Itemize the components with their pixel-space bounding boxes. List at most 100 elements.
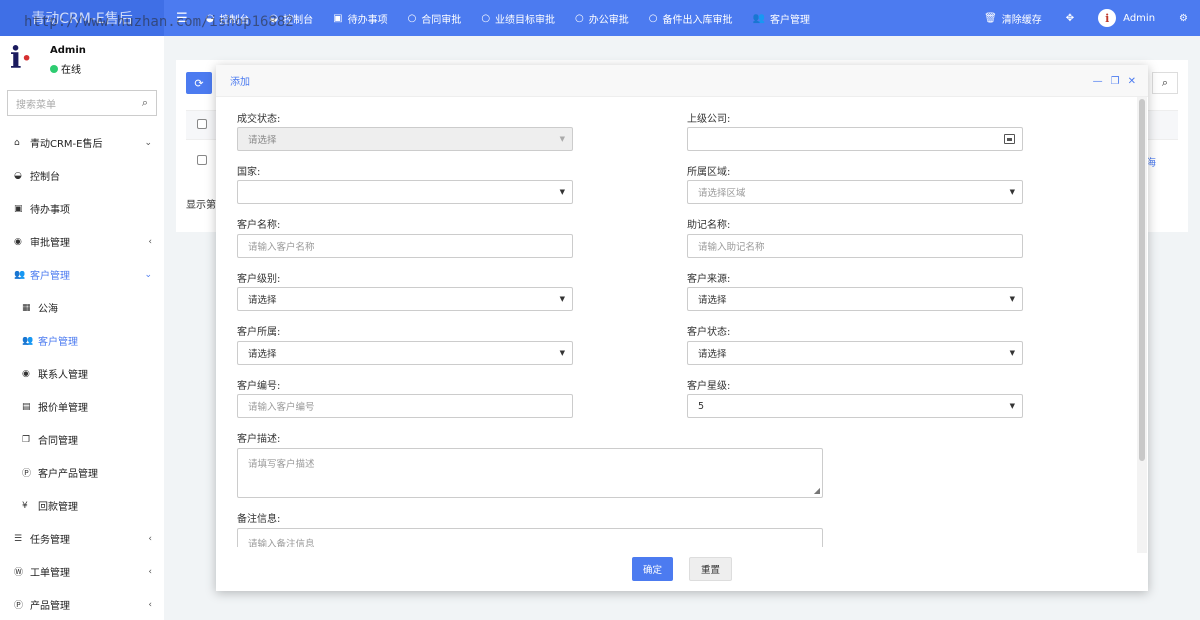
product-icon: Ⓟ <box>14 601 24 611</box>
user-status: 在线 <box>50 61 81 76</box>
clear-cache-button[interactable]: 🗑 清除缓存 <box>984 11 1042 26</box>
menu-search-input[interactable]: 搜索菜单 ⌕ <box>7 90 157 116</box>
region-label: 所属区域: <box>687 167 731 178</box>
customer-level-label: 客户级别: <box>237 274 281 285</box>
reset-button[interactable]: 重置 <box>689 557 733 581</box>
file-icon: ▤ <box>22 401 31 412</box>
caret-down-icon: ▼ <box>1009 402 1015 410</box>
calendar-icon: ▣ <box>333 12 343 24</box>
mnemonic-name-input[interactable]: 请输入助记名称 <box>687 234 1023 258</box>
user-circle-icon: ◉ <box>22 368 30 379</box>
customer-status-select[interactable]: 请选择 ▼ <box>687 341 1023 365</box>
deal-status-label: 成交状态: <box>237 114 281 125</box>
nav-customer-mgmt[interactable]: 👥 客户管理 <box>753 11 810 26</box>
modal-form: 成交状态: 请选择 ▼ 上级公司: 国家: ▼ 所属区域: 请选择区域 ▼ 客户名称… <box>216 97 1136 547</box>
home-icon: ⌂ <box>14 137 20 148</box>
user-panel: i· Admin 在线 <box>0 36 164 84</box>
add-customer-modal: 添加 — ❐ ✕ 成交状态: 请选择 ▼ 上级公司: 国家: ▼ 所属区域: 请选… <box>216 65 1148 591</box>
sidebar-item-crm-root[interactable]: ⌂ 青动CRM-E售后 ⌄ <box>0 126 164 159</box>
sidebar-item-tasks[interactable]: ☰ 任务管理 ‹ <box>0 522 164 555</box>
row-checkbox[interactable] <box>197 155 207 165</box>
sidebar-item-contacts[interactable]: ◉ 联系人管理 <box>0 357 164 390</box>
chevron-down-icon: ⌄ <box>144 137 152 148</box>
dashboard-icon: ◒ <box>14 170 22 181</box>
sidebar-item-quotes[interactable]: ▤ 报价单管理 <box>0 390 164 423</box>
modal-scrollbar[interactable] <box>1139 99 1145 461</box>
caret-down-icon: ▼ <box>1009 349 1015 357</box>
sidebar-item-products[interactable]: Ⓟ 产品管理 ‹ <box>0 588 164 620</box>
country-select[interactable]: ▼ <box>237 180 573 204</box>
nav-contract-approval[interactable]: ○ 合同审批 <box>408 11 462 26</box>
sidebar-item-sea[interactable]: ▦ 公海 <box>0 291 164 324</box>
wordpress-icon: Ⓦ <box>14 568 24 578</box>
remark-textarea[interactable]: 请输入备注信息 <box>237 528 823 547</box>
sidebar-item-payments[interactable]: ¥ 回款管理 <box>0 489 164 522</box>
customer-desc-textarea[interactable]: 请填写客户描述 ◢ <box>237 448 823 498</box>
country-label: 国家: <box>237 167 261 178</box>
sidebar-item-customer-products[interactable]: Ⓟ 客户产品管理 <box>0 456 164 489</box>
map-icon: ▦ <box>22 302 31 313</box>
settings-icon[interactable]: ⚙ <box>1179 13 1188 24</box>
parent-company-label: 上级公司: <box>687 114 731 125</box>
region-select[interactable]: 请选择区域 ▼ <box>687 180 1023 204</box>
customer-name-input[interactable]: 请输入客户名称 <box>237 234 573 258</box>
customer-code-input[interactable]: 请输入客户编号 <box>237 394 573 418</box>
users-icon: 👥 <box>14 269 26 280</box>
close-icon[interactable]: ✕ <box>1128 76 1136 87</box>
chevron-left-icon: ‹ <box>148 533 152 544</box>
customer-owner-label: 客户所属: <box>237 327 281 338</box>
user-menu[interactable]: i Admin <box>1098 9 1155 27</box>
caret-down-icon: ▼ <box>559 188 565 196</box>
sidebar-item-customer-mgmt[interactable]: 👥 客户管理 <box>0 324 164 357</box>
sidebar-item-contracts[interactable]: ❐ 合同管理 <box>0 423 164 456</box>
confirm-button[interactable]: 确定 <box>631 557 673 581</box>
caret-down-icon: ▼ <box>1009 188 1015 196</box>
circle-icon: ○ <box>575 12 584 24</box>
maximize-icon[interactable]: ❐ <box>1111 76 1120 87</box>
search-icon[interactable]: ⌕ <box>142 96 148 110</box>
refresh-icon: ⟳ <box>194 76 204 90</box>
sidebar-item-approval[interactable]: ◉ 审批管理 ‹ <box>0 225 164 258</box>
sidebar-item-customer[interactable]: 👥 客户管理 ⌄ <box>0 258 164 291</box>
customer-star-label: 客户星级: <box>687 381 731 392</box>
sidebar-item-workorders[interactable]: Ⓦ 工单管理 ‹ <box>0 555 164 588</box>
parent-company-input[interactable] <box>687 127 1023 151</box>
nav-target-approval[interactable]: ○ 业绩目标审批 <box>481 11 555 26</box>
refresh-button[interactable]: ⟳ <box>186 72 212 94</box>
users-icon: 👥 <box>752 12 765 24</box>
chevron-left-icon: ‹ <box>148 599 152 610</box>
yen-icon: ¥ <box>22 500 28 511</box>
customer-status-label: 客户状态: <box>687 327 731 338</box>
minimize-icon[interactable]: — <box>1093 76 1103 87</box>
customer-star-select[interactable]: 5 ▼ <box>687 394 1023 418</box>
modal-footer: 确定 重置 <box>216 547 1148 591</box>
nav-parts-approval[interactable]: ○ 备件出入库审批 <box>649 11 733 26</box>
modal-title: 添加 <box>230 77 250 88</box>
sidebar-item-dashboard[interactable]: ◒ 控制台 <box>0 159 164 192</box>
chevron-down-icon: ⌄ <box>144 269 152 280</box>
user-name: Admin <box>50 45 86 56</box>
table-search-button[interactable]: ⌕ <box>1152 72 1178 94</box>
fullscreen-icon[interactable]: ✥ <box>1066 13 1074 24</box>
picker-icon[interactable] <box>1004 134 1015 144</box>
watermark-text: http://www.huzhan.com/ishop16882 <box>24 14 294 30</box>
sidebar-item-todo[interactable]: ▣ 待办事项 <box>0 192 164 225</box>
nav-office-approval[interactable]: ○ 办公审批 <box>575 11 629 26</box>
modal-header: 添加 — ❐ ✕ <box>216 65 1148 97</box>
customer-name-label: 客户名称: <box>237 220 281 231</box>
customer-level-select[interactable]: 请选择 ▼ <box>237 287 573 311</box>
chevron-left-icon: ‹ <box>148 566 152 577</box>
caret-down-icon: ▼ <box>1009 295 1015 303</box>
sidebar-menu: ⌂ 青动CRM-E售后 ⌄ ◒ 控制台 ▣ 待办事项 ◉ 审批管理 ‹ 👥 客户管理 ⌄ ▦ 公海… <box>0 126 164 620</box>
trash-icon: 🗑 <box>984 12 997 24</box>
search-icon: ⌕ <box>1161 76 1169 89</box>
circle-icon: ○ <box>407 12 417 24</box>
sidebar: i· Admin 在线 搜索菜单 ⌕ ⌂ 青动CRM-E售后 ⌄ ◒ 控制台 ▣ 待办事… <box>0 36 164 620</box>
chevron-left-icon: ‹ <box>148 236 152 247</box>
select-all-checkbox[interactable] <box>197 119 207 129</box>
resize-handle-icon[interactable]: ◢ <box>814 486 820 495</box>
customer-source-select[interactable]: 请选择 ▼ <box>687 287 1023 311</box>
eye-icon: ◉ <box>14 236 22 247</box>
customer-owner-select[interactable]: 请选择 ▼ <box>237 341 573 365</box>
nav-todo[interactable]: ▣ 待办事项 <box>333 11 387 26</box>
